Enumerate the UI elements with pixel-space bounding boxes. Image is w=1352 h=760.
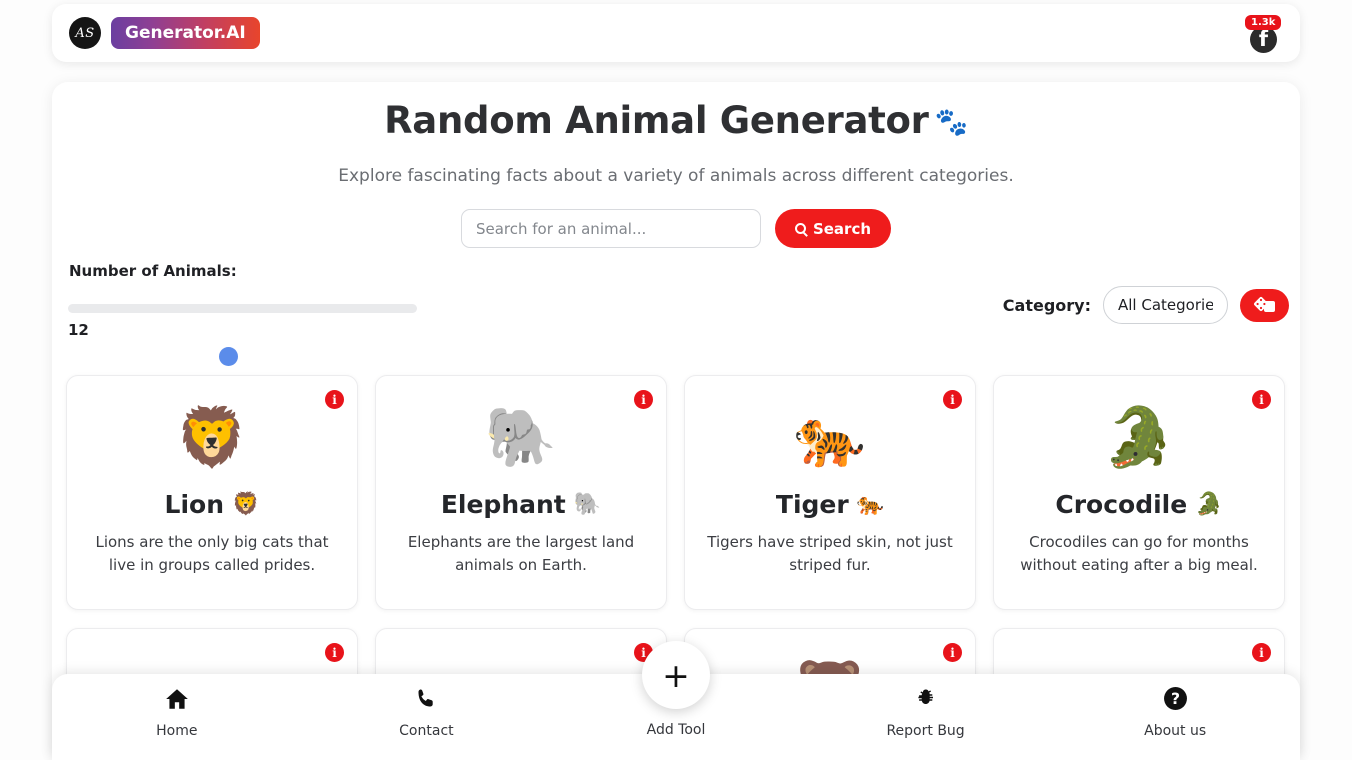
search-input[interactable] <box>460 209 761 248</box>
info-icon[interactable]: i <box>943 390 962 409</box>
animal-name: Elephant <box>440 490 566 519</box>
bottom-nav: Home Contact + Add Tool Report Bug ? Abo… <box>52 641 1300 760</box>
animal-count-value: 12 <box>68 321 89 339</box>
plus-icon: + <box>662 655 690 695</box>
nav-item-about-us[interactable]: ? About us <box>1100 686 1250 739</box>
nav-item-contact[interactable]: Contact <box>351 686 501 739</box>
facebook-icon: f <box>1250 26 1277 53</box>
top-bar: AS Generator.AI 1.3k f <box>52 4 1300 62</box>
animal-count-label: Number of Animals: <box>69 262 237 280</box>
info-icon[interactable]: i <box>325 643 344 662</box>
controls-row: Number of Animals: 12 Category: All Cate… <box>52 256 1300 366</box>
page-subtitle: Explore fascinating facts about a variet… <box>338 166 1014 186</box>
question-circle-icon: ? <box>1163 686 1188 714</box>
animal-card[interactable]: i 🐅 Tiger 🐅 Tigers have striped skin, no… <box>684 375 976 610</box>
animal-emoji-small: 🐊 <box>1195 492 1223 517</box>
animal-title: Elephant 🐘 <box>441 490 601 519</box>
page-title: Random Animal Generator 🐾 <box>52 99 1300 142</box>
dice-icon <box>1253 297 1275 312</box>
animal-name: Crocodile <box>1055 490 1188 519</box>
brand[interactable]: AS Generator.AI <box>69 17 260 49</box>
animal-fact: Lions are the only big cats that live in… <box>95 533 329 574</box>
animal-name: Tiger <box>775 490 849 519</box>
nav-label-home: Home <box>156 723 198 739</box>
animal-card[interactable]: i 🐊 Crocodile 🐊 Crocodiles can go for mo… <box>993 375 1285 610</box>
home-icon <box>164 686 190 714</box>
page-root: AS Generator.AI 1.3k f Random Animal Gen… <box>0 0 1352 760</box>
nav-label-contact: Contact <box>399 723 454 739</box>
facebook-count-badge: 1.3k <box>1245 15 1282 30</box>
brand-title: Generator.AI <box>111 17 260 49</box>
add-tool-label: Add Tool <box>646 722 706 738</box>
animal-emoji-small: 🐅 <box>856 492 885 517</box>
bug-icon <box>914 686 938 714</box>
search-button[interactable]: Search <box>774 209 892 248</box>
info-icon[interactable]: i <box>1252 390 1271 409</box>
search-button-label: Search <box>812 219 872 238</box>
category-group: Category: All Categories <box>1003 286 1289 324</box>
animal-card[interactable]: i 🐘 Elephant 🐘 Elephants are the largest… <box>375 375 667 610</box>
paw-prints-icon: 🐾 <box>934 107 969 138</box>
search-icon <box>794 223 806 234</box>
avatar: AS <box>69 17 101 49</box>
animal-emoji-large: 🦁 <box>175 403 249 471</box>
animal-title: Lion 🦁 <box>165 490 260 519</box>
animal-title: Tiger 🐅 <box>776 490 884 519</box>
animal-name: Lion <box>164 490 225 519</box>
animal-fact: Tigers have striped skin, not just strip… <box>707 533 953 574</box>
animal-emoji-large: 🐘 <box>484 403 558 471</box>
category-label: Category: <box>1002 295 1091 315</box>
slider-thumb[interactable] <box>219 347 239 366</box>
info-icon[interactable]: i <box>943 643 962 662</box>
info-icon[interactable]: i <box>1252 643 1271 662</box>
phone-icon <box>414 686 438 714</box>
animal-fact: Crocodiles can go for months without eat… <box>1020 533 1258 574</box>
animal-count-slider[interactable] <box>68 304 417 366</box>
add-tool-button[interactable]: + <box>641 641 710 709</box>
info-icon[interactable]: i <box>325 390 344 409</box>
nav-item-report-bug[interactable]: Report Bug <box>851 686 1001 739</box>
nav-label-report-bug: Report Bug <box>886 723 965 739</box>
animal-fact: Elephants are the largest land animals o… <box>407 533 635 574</box>
animal-emoji-large: 🐅 <box>793 403 867 471</box>
randomize-button[interactable] <box>1240 288 1289 322</box>
info-icon[interactable]: i <box>634 390 653 409</box>
facebook-link[interactable]: 1.3k f <box>1245 12 1283 54</box>
category-select[interactable]: All Categories <box>1103 286 1228 324</box>
search-row: Search <box>52 209 1300 248</box>
animal-emoji-small: 🐘 <box>573 492 602 517</box>
animal-title: Crocodile 🐊 <box>1055 490 1222 519</box>
animal-emoji-small: 🦁 <box>232 492 260 517</box>
page-title-text: Random Animal Generator <box>384 99 929 142</box>
nav-label-about-us: About us <box>1144 723 1207 739</box>
animal-card[interactable]: i 🦁 Lion 🦁 Lions are the only big cats t… <box>66 375 358 610</box>
nav-item-home[interactable]: Home <box>102 686 252 739</box>
svg-text:?: ? <box>1171 690 1180 708</box>
animal-emoji-large: 🐊 <box>1102 403 1176 471</box>
